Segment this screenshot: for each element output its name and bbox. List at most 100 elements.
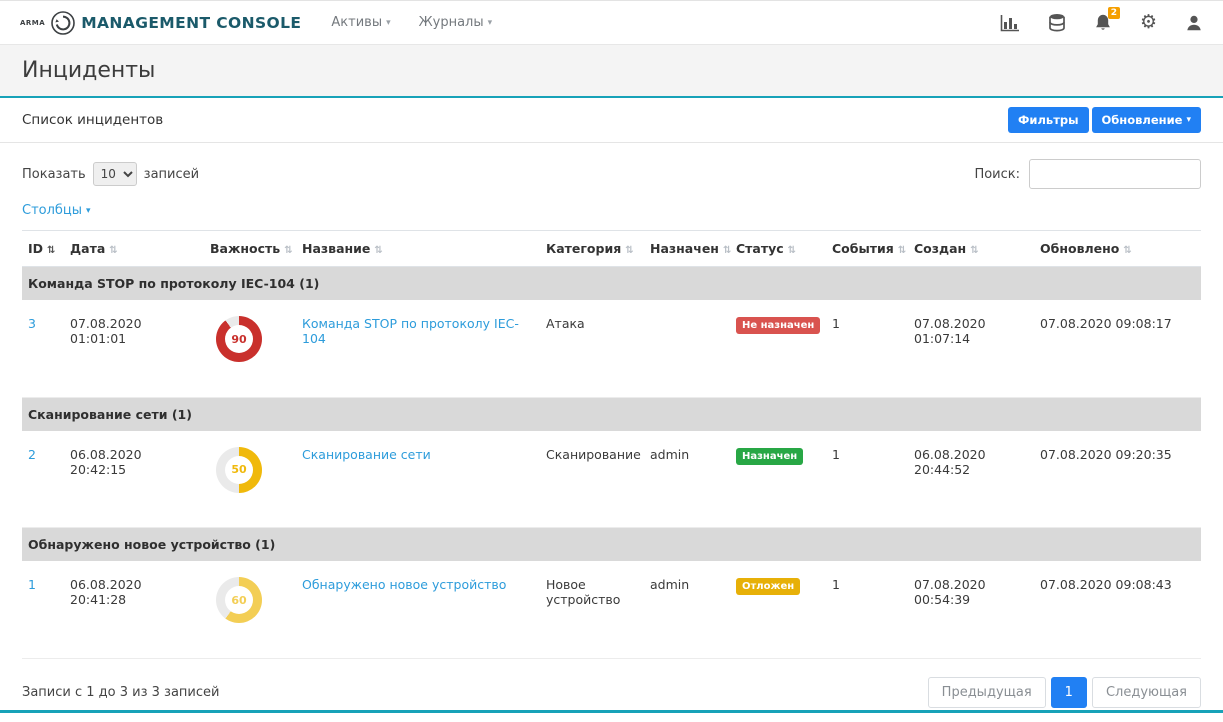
cell-category: Атака xyxy=(540,300,644,397)
sort-icon: ⇅ xyxy=(284,245,292,256)
page-title: Инциденты xyxy=(22,58,1201,83)
incident-id-link[interactable]: 3 xyxy=(28,316,36,331)
search-label: Поиск: xyxy=(974,167,1020,182)
table-header-row: ID⇅ Дата⇅ Важность⇅ Название⇅ Категория⇅… xyxy=(22,231,1201,267)
incident-name-link[interactable]: Сканирование сети xyxy=(302,447,431,462)
incident-row[interactable]: 3 07.08.2020 01:01:01 90 Команда STOP по… xyxy=(22,300,1201,397)
menu-assets[interactable]: Активы ▾ xyxy=(331,15,390,30)
gear-icon[interactable]: ⚙ xyxy=(1140,13,1157,32)
filters-button[interactable]: Фильтры xyxy=(1008,107,1088,133)
col-header-status[interactable]: Статус⇅ xyxy=(730,231,826,267)
col-header-category[interactable]: Категория⇅ xyxy=(540,231,644,267)
col-header-name[interactable]: Название⇅ xyxy=(296,231,540,267)
severity-value: 90 xyxy=(231,333,246,346)
brand-title: MANAGEMENT CONSOLE xyxy=(81,14,301,32)
cell-category: Сканирование xyxy=(540,431,644,528)
pagination: Предыдущая 1 Следующая xyxy=(928,677,1201,708)
card-header-buttons: Фильтры Обновление ▾ xyxy=(1008,107,1201,133)
cell-date: 07.08.2020 01:01:01 xyxy=(64,300,204,397)
cell-created: 06.08.2020 20:44:52 xyxy=(908,431,1034,528)
search-control: Поиск: xyxy=(974,159,1201,189)
records-label: записей xyxy=(144,167,199,182)
arma-logo-text: ARMA xyxy=(20,19,45,27)
col-header-severity[interactable]: Важность⇅ xyxy=(204,231,296,267)
cell-created: 07.08.2020 01:07:14 xyxy=(908,300,1034,397)
group-header-row: Обнаружено новое устройство (1) xyxy=(22,528,1201,562)
refresh-dropdown-button[interactable]: Обновление ▾ xyxy=(1092,107,1202,133)
severity-value: 50 xyxy=(231,463,246,476)
card-header: Список инцидентов Фильтры Обновление ▾ xyxy=(0,98,1223,143)
severity-gauge: 60 xyxy=(216,577,262,623)
chart-icon[interactable] xyxy=(1000,14,1020,32)
sort-icon: ⇅ xyxy=(970,245,978,256)
incident-name-link[interactable]: Обнаружено новое устройство xyxy=(302,577,506,592)
user-icon[interactable] xyxy=(1185,14,1203,32)
pagination-page-1-button[interactable]: 1 xyxy=(1051,677,1087,708)
cell-assignee: admin xyxy=(644,431,730,528)
group-label: Обнаружено новое устройство (1) xyxy=(22,528,1201,562)
page-length-control: Показать 10 записей xyxy=(22,162,199,186)
group-header-row: Сканирование сети (1) xyxy=(22,397,1201,431)
columns-button[interactable]: Столбцы ▾ xyxy=(0,193,113,230)
sort-icon: ⇅ xyxy=(788,245,796,256)
col-header-created[interactable]: Создан⇅ xyxy=(908,231,1034,267)
cell-events: 1 xyxy=(826,561,908,658)
severity-gauge: 90 xyxy=(216,316,262,362)
col-header-date[interactable]: Дата⇅ xyxy=(64,231,204,267)
cell-updated: 07.08.2020 09:20:35 xyxy=(1034,431,1201,528)
chevron-down-icon: ▾ xyxy=(488,18,493,28)
incident-name-link[interactable]: Команда STOP по протоколу IEC-104 xyxy=(302,316,519,346)
notification-badge: 2 xyxy=(1108,7,1120,19)
search-input[interactable] xyxy=(1029,159,1201,189)
sort-icon: ⇅ xyxy=(723,245,731,256)
card-title: Список инцидентов xyxy=(22,112,163,128)
cell-events: 1 xyxy=(826,300,908,397)
top-navbar: ARMA MANAGEMENT CONSOLE Активы ▾ Журналы… xyxy=(0,1,1223,45)
sort-icon: ⇅ xyxy=(47,245,55,256)
col-header-events[interactable]: События⇅ xyxy=(826,231,908,267)
group-header-row: Команда STOP по протоколу IEC-104 (1) xyxy=(22,267,1201,301)
group-label: Сканирование сети (1) xyxy=(22,397,1201,431)
status-badge: Назначен xyxy=(736,448,803,465)
cell-date: 06.08.2020 20:41:28 xyxy=(64,561,204,658)
sort-icon: ⇅ xyxy=(625,245,633,256)
pagination-next-button[interactable]: Следующая xyxy=(1092,677,1201,708)
table-controls: Показать 10 записей Поиск: xyxy=(0,143,1223,193)
page-length-select[interactable]: 10 xyxy=(93,162,137,186)
incidents-table: ID⇅ Дата⇅ Важность⇅ Название⇅ Категория⇅… xyxy=(22,230,1201,659)
sort-icon: ⇅ xyxy=(374,245,382,256)
status-badge: Отложен xyxy=(736,578,800,595)
incident-id-link[interactable]: 2 xyxy=(28,447,36,462)
main-menu: Активы ▾ Журналы ▾ xyxy=(331,15,492,30)
cell-category: Новое устройство xyxy=(540,561,644,658)
arma-logo-icon xyxy=(50,10,76,36)
navbar-icons: 2 ⚙ xyxy=(1000,13,1203,32)
menu-journals[interactable]: Журналы ▾ xyxy=(419,15,493,30)
chevron-down-icon: ▾ xyxy=(386,18,391,28)
cell-assignee xyxy=(644,300,730,397)
page-title-bar: Инциденты xyxy=(0,45,1223,98)
brand-logo[interactable]: ARMA MANAGEMENT CONSOLE xyxy=(20,10,301,36)
incident-row[interactable]: 1 06.08.2020 20:41:28 60 Обнаружено ново… xyxy=(22,561,1201,658)
show-label: Показать xyxy=(22,167,86,182)
database-icon[interactable] xyxy=(1048,13,1066,32)
incident-row[interactable]: 2 06.08.2020 20:42:15 50 Сканирование се… xyxy=(22,431,1201,528)
severity-value: 60 xyxy=(231,594,246,607)
chevron-down-icon: ▾ xyxy=(86,206,91,216)
col-header-updated[interactable]: Обновлено⇅ xyxy=(1034,231,1201,267)
cell-events: 1 xyxy=(826,431,908,528)
col-header-id[interactable]: ID⇅ xyxy=(22,231,64,267)
status-badge: Не назначен xyxy=(736,317,820,334)
pagination-prev-button[interactable]: Предыдущая xyxy=(928,677,1046,708)
chevron-down-icon: ▾ xyxy=(1186,115,1191,125)
group-label: Команда STOP по протоколу IEC-104 (1) xyxy=(22,267,1201,301)
bell-icon[interactable]: 2 xyxy=(1094,13,1112,32)
sort-icon: ⇅ xyxy=(1123,245,1131,256)
col-header-assignee[interactable]: Назначен⇅ xyxy=(644,231,730,267)
cell-assignee: admin xyxy=(644,561,730,658)
incident-id-link[interactable]: 1 xyxy=(28,577,36,592)
records-info: Записи с 1 до 3 из 3 записей xyxy=(22,685,219,700)
cell-created: 07.08.2020 00:54:39 xyxy=(908,561,1034,658)
cell-updated: 07.08.2020 09:08:17 xyxy=(1034,300,1201,397)
cell-date: 06.08.2020 20:42:15 xyxy=(64,431,204,528)
